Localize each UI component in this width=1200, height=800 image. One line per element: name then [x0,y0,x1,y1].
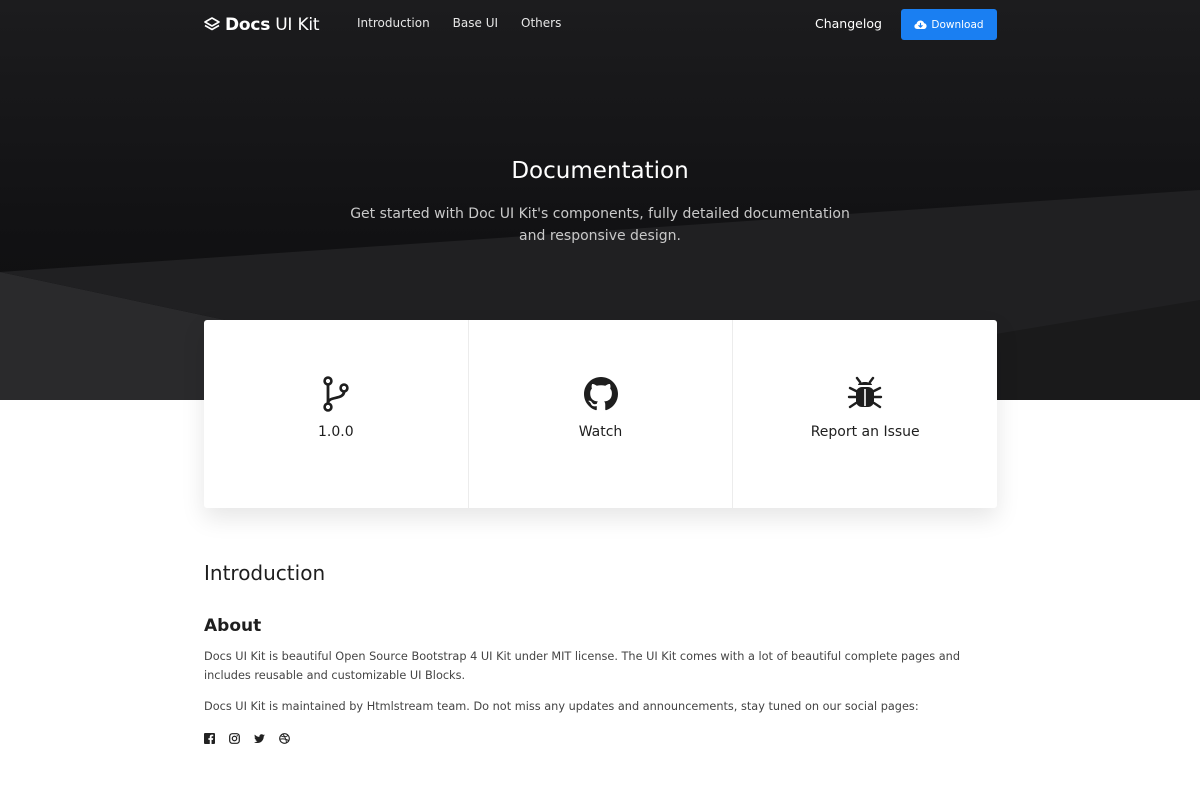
instagram-icon[interactable] [229,729,240,744]
card-report-issue[interactable]: Report an Issue [733,320,997,508]
about-paragraph-1: Docs UI Kit is beautiful Open Source Boo… [204,650,960,682]
card-version[interactable]: 1.0.0 [204,320,469,508]
brand-logo[interactable]: Docs UI Kit [204,13,320,37]
section-title-introduction: Introduction [204,561,326,585]
brand-name-light: UI Kit [275,15,320,35]
section-title-about: About [204,616,262,636]
git-branch-icon [318,376,354,412]
layers-icon [204,17,220,31]
twitter-icon[interactable] [254,729,265,744]
download-button-label: Download [931,18,984,31]
hero-subtitle: Get started with Doc UI Kit's components… [350,206,850,244]
brand-name-bold: Docs [225,15,271,35]
social-links [204,729,304,744]
bug-icon [847,376,883,412]
nav-link-others[interactable]: Others [521,16,561,30]
changelog-link[interactable]: Changelog [815,16,882,31]
navbar: Docs UI Kit Introduction Base UI Others … [0,0,1200,50]
dribbble-icon[interactable] [279,729,290,744]
feature-cards: 1.0.0 Watch Report an Issue [204,320,997,508]
card-watch[interactable]: Watch [469,320,734,508]
download-button[interactable]: Download [901,9,997,40]
cloud-download-icon [914,20,927,29]
github-icon [583,376,619,412]
nav-links: Introduction Base UI Others [357,16,584,30]
hero-title: Documentation [511,158,689,184]
card-report-issue-label: Report an Issue [810,424,920,440]
nav-link-base-ui[interactable]: Base UI [453,16,498,30]
facebook-icon[interactable] [204,729,215,744]
nav-link-introduction[interactable]: Introduction [357,16,430,30]
about-paragraph-2: Docs UI Kit is maintained by Htmlstream … [204,700,919,713]
card-watch-label: Watch [578,424,623,440]
card-version-label: 1.0.0 [318,424,354,440]
